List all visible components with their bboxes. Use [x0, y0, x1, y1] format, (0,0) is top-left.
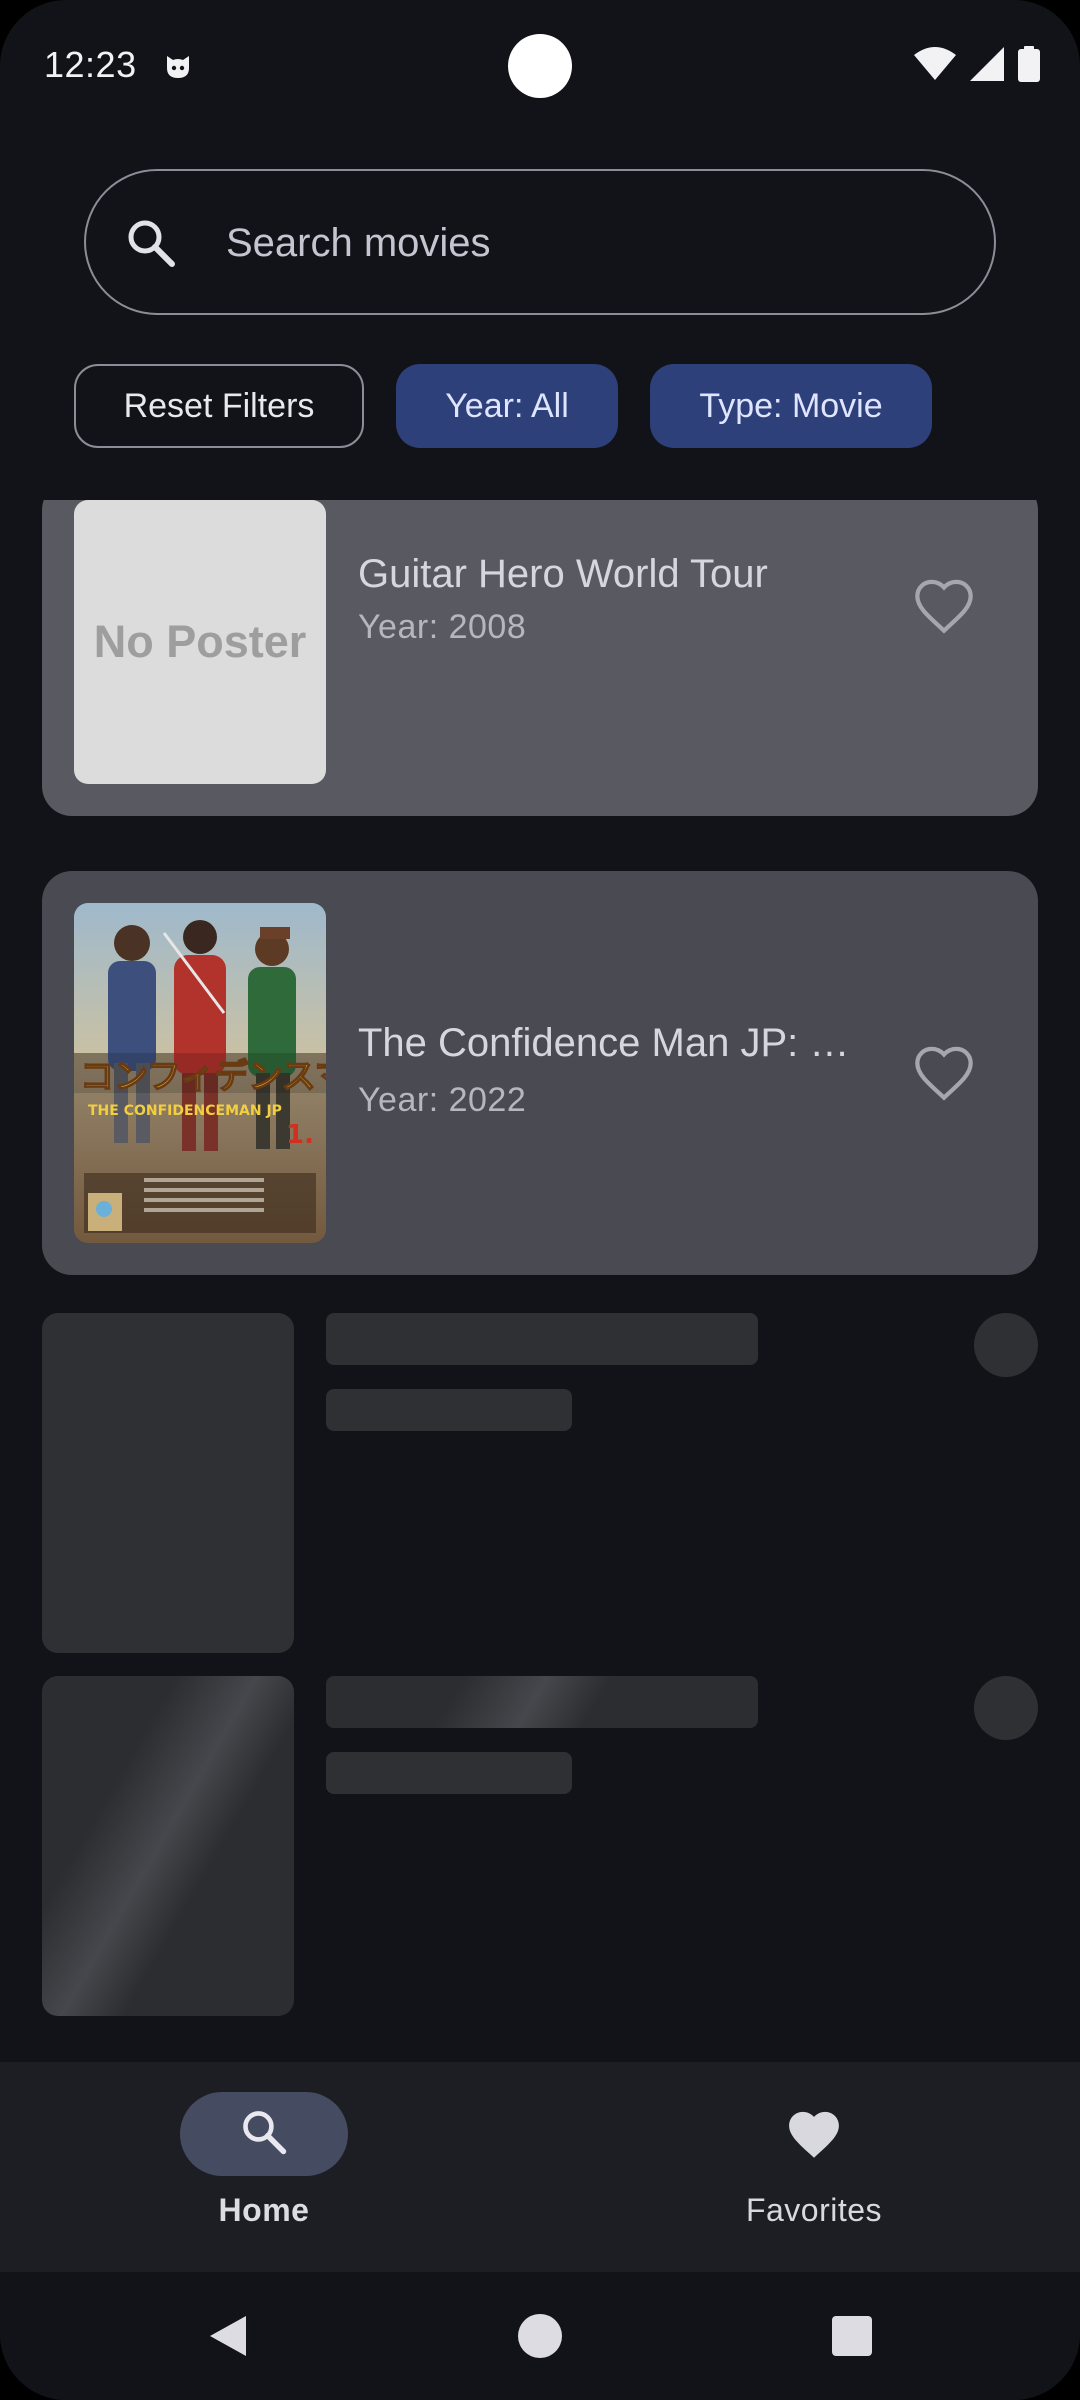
- movie-year: Year: 2008: [358, 608, 527, 646]
- skeleton-circle: [974, 1313, 1038, 1377]
- skeleton-title: [326, 1313, 758, 1365]
- svg-text:1.: 1.: [286, 1120, 314, 1150]
- svg-text:THE CONFIDENCEMAN JP: THE CONFIDENCEMAN JP: [88, 1103, 282, 1119]
- no-poster-label: No Poster: [93, 616, 307, 667]
- movie-poster: コンフィデンスマンJP THE CONFIDENCEMAN JP 1.: [74, 903, 326, 1243]
- year-filter-chip[interactable]: Year: All: [396, 364, 618, 448]
- movie-year: Year: 2022: [358, 1081, 527, 1119]
- reset-filters-button[interactable]: Reset Filters: [74, 364, 364, 448]
- movie-card[interactable]: No Poster Guitar Hero World Tour Year: 2…: [42, 500, 1038, 816]
- home-icon[interactable]: [516, 2312, 564, 2360]
- search-input[interactable]: [224, 201, 944, 285]
- system-navigation-bar: [0, 2272, 1080, 2400]
- nav-active-indicator: [180, 2092, 348, 2176]
- cat-notification-icon: [162, 50, 194, 82]
- status-bar: 12:23: [0, 0, 1080, 134]
- skeleton-subtitle: [326, 1752, 572, 1794]
- signal-icon: [970, 46, 1004, 86]
- movie-card[interactable]: コンフィデンスマンJP THE CONFIDENCEMAN JP 1. The …: [42, 871, 1038, 1275]
- camera-cutout: [508, 34, 572, 98]
- skeleton-poster: [42, 1676, 294, 2016]
- nav-item-favorites[interactable]: Favorites: [664, 2092, 964, 2242]
- status-icons: [914, 45, 1040, 87]
- search-bar[interactable]: [84, 169, 996, 315]
- movie-title: Guitar Hero World Tour: [358, 552, 768, 596]
- movie-title: The Confidence Man JP: …: [358, 1021, 850, 1065]
- nav-label-home: Home: [218, 2192, 310, 2228]
- skeleton-title: [326, 1676, 758, 1728]
- nav-label-favorites: Favorites: [745, 2192, 883, 2228]
- skeleton-subtitle: [326, 1389, 572, 1431]
- recents-icon[interactable]: [828, 2312, 876, 2360]
- svg-text:コンフィデンスマンJP: コンフィデンスマンJP: [80, 1057, 326, 1097]
- app-screen: 12:23 Search movies Reset Filters Year: …: [0, 0, 1080, 2400]
- search-icon: [124, 216, 178, 270]
- heart-outline-icon[interactable]: [912, 1043, 976, 1107]
- status-time: 12:23: [44, 44, 137, 85]
- heart-outline-icon[interactable]: [912, 576, 976, 640]
- bottom-navigation: Home Favorites: [0, 2062, 1080, 2272]
- back-icon[interactable]: [204, 2312, 252, 2360]
- type-filter-chip[interactable]: Type: Movie: [650, 364, 932, 448]
- movie-list[interactable]: No Poster Guitar Hero World Tour Year: 2…: [0, 500, 1080, 2062]
- wifi-icon: [914, 46, 956, 86]
- heart-filled-icon: [782, 2104, 846, 2168]
- no-poster-placeholder: No Poster: [74, 500, 326, 784]
- skeleton-circle: [974, 1676, 1038, 1740]
- skeleton-poster: [42, 1313, 294, 1653]
- search-icon: [239, 2107, 289, 2162]
- battery-icon: [1018, 45, 1040, 87]
- nav-item-home[interactable]: Home: [114, 2092, 414, 2242]
